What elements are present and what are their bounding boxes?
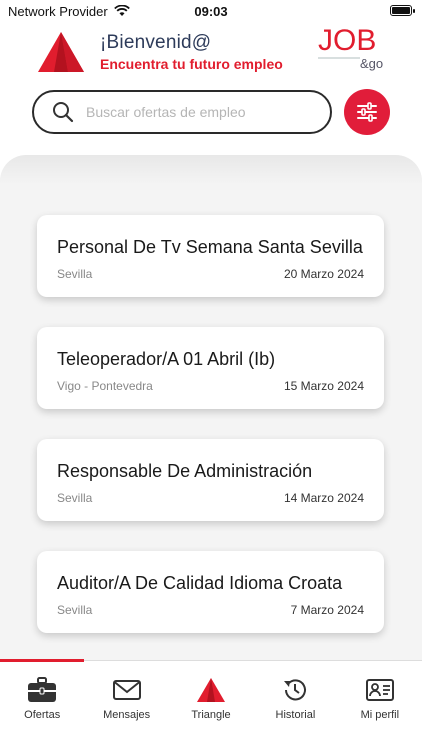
job-location: Sevilla: [57, 267, 93, 281]
nav-mi-perfil[interactable]: Mi perfil: [338, 661, 422, 750]
nav-label: Ofertas: [24, 709, 61, 721]
job-location: Sevilla: [57, 603, 93, 617]
header: ¡Bienvenid@ Encuentra tu futuro empleo J…: [0, 24, 422, 84]
briefcase-icon: [28, 677, 57, 702]
nav-triangle[interactable]: Triangle: [169, 661, 253, 750]
nav-label: Mi perfil: [360, 709, 400, 721]
sliders-icon: [357, 102, 377, 122]
battery-icon: [390, 5, 415, 16]
status-bar: Network Provider 09:03: [0, 0, 422, 22]
logo-text: JOB: [318, 24, 376, 57]
search-input[interactable]: [86, 104, 316, 120]
history-icon: [284, 679, 307, 701]
welcome-title: ¡Bienvenid@: [100, 32, 212, 53]
active-tab-indicator: [0, 659, 84, 662]
welcome-subtitle: Encuentra tu futuro empleo: [100, 56, 283, 72]
job-date: 20 Marzo 2024: [283, 267, 364, 281]
triangle-icon: [197, 678, 226, 702]
carrier-label: Network Provider: [8, 3, 108, 19]
job-title: Personal De Tv Semana Santa Sevilla: [57, 237, 363, 257]
nav-historial[interactable]: Historial: [253, 661, 337, 750]
job-location: Vigo - Pontevedra: [57, 379, 153, 393]
bottom-nav: Ofertas Mensajes Triangle Historial Mi p…: [0, 659, 422, 750]
filter-button[interactable]: [344, 89, 390, 135]
job-date: 14 Marzo 2024: [283, 491, 364, 505]
mail-icon: [112, 680, 141, 700]
profile-card-icon: [365, 679, 394, 701]
wifi-icon: [113, 5, 130, 16]
job-title: Auditor/A De Calidad Idioma Croata: [57, 573, 343, 593]
job-title: Responsable De Administración: [57, 461, 313, 481]
job-card[interactable]: Personal De Tv Semana Santa Sevilla Sevi…: [37, 215, 384, 297]
nav-label: Triangle: [191, 709, 231, 721]
job-location: Sevilla: [57, 491, 93, 505]
job-card[interactable]: Responsable De Administración Sevilla 14…: [37, 439, 384, 521]
nav-label: Mensajes: [103, 709, 151, 721]
job-date: 7 Marzo 2024: [290, 603, 364, 617]
clock: 09:03: [194, 3, 228, 19]
search-icon: [53, 102, 74, 123]
job-list[interactable]: Personal De Tv Semana Santa Sevilla Sevi…: [0, 155, 422, 660]
logo-sub: &go: [360, 56, 383, 71]
status-left: Network Provider: [8, 4, 130, 19]
nav-ofertas[interactable]: Ofertas: [0, 661, 84, 750]
nav-label: Historial: [275, 709, 316, 721]
brand-triangle-logo: [38, 32, 84, 72]
nav-mensajes[interactable]: Mensajes: [84, 661, 168, 750]
job-card[interactable]: Auditor/A De Calidad Idioma Croata Sevil…: [37, 551, 384, 633]
job-title: Teleoperador/A 01 Abril (Ib): [57, 349, 276, 369]
job-and-go-logo: JOB &go: [318, 24, 383, 71]
welcome-block: ¡Bienvenid@ Encuentra tu futuro empleo: [100, 32, 283, 72]
search-bar[interactable]: [32, 90, 332, 134]
job-card[interactable]: Teleoperador/A 01 Abril (Ib) Vigo - Pont…: [37, 327, 384, 409]
job-date: 15 Marzo 2024: [283, 379, 364, 393]
